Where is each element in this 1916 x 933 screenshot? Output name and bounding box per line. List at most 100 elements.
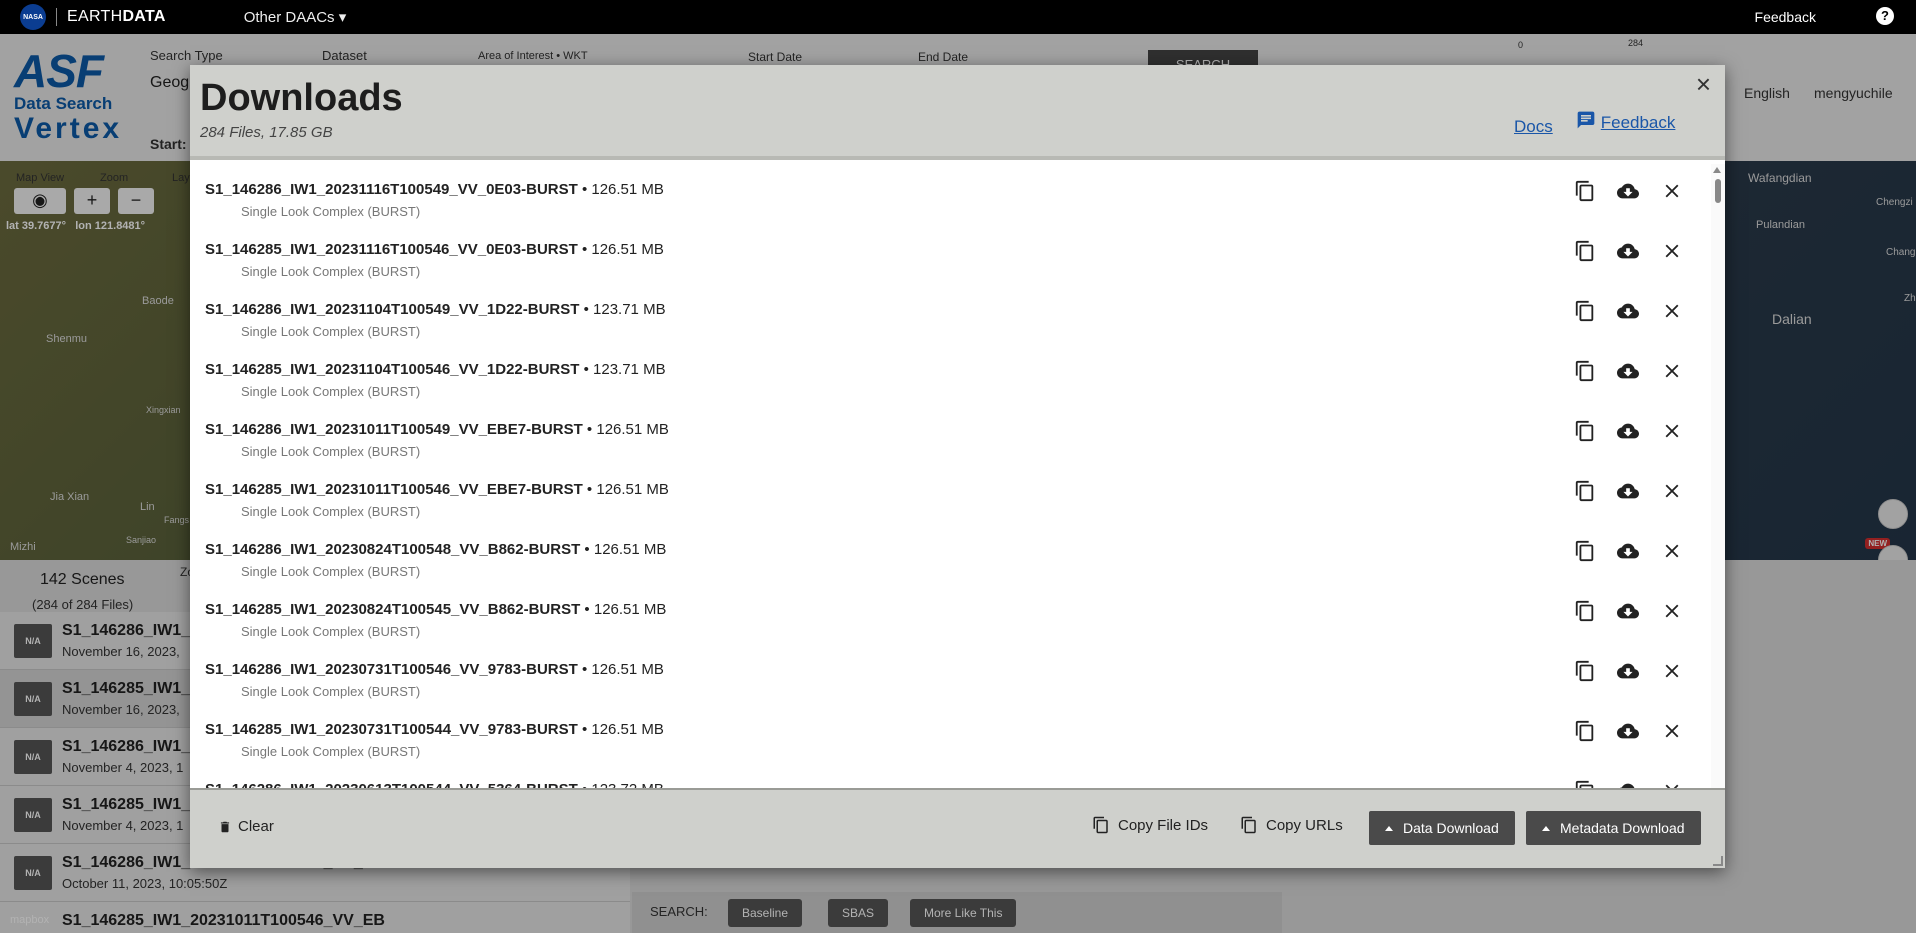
resize-handle[interactable] [1713,856,1723,866]
cloud-download-icon[interactable] [1615,358,1641,384]
file-id: S1_146285_IW1_20230824T100545_VV_B862-BU… [205,601,581,618]
cloud-download-icon[interactable] [1615,718,1641,744]
remove-icon[interactable] [1659,598,1685,624]
clear-button[interactable]: Clear [218,818,274,835]
app-root: NASA EARTHDATA Other DAACs ▾ Feedback ? … [0,0,1916,933]
file-row: S1_146285_IW1_20230824T100545_VV_B862-BU… [190,584,1710,644]
file-name: S1_146286_IW1_20230613T100544_VV_5364-BU… [205,781,664,788]
file-name: S1_146285_IW1_20230731T100544_VV_9783-BU… [205,721,664,738]
file-type: Single Look Complex (BURST) [241,504,421,519]
copy-icon[interactable] [1572,478,1598,504]
copy-icon[interactable] [1572,598,1598,624]
file-row: S1_146285_IW1_20231104T100546_VV_1D22-BU… [190,344,1710,404]
copy-icon [1093,816,1108,834]
copy-icon[interactable] [1572,298,1598,324]
file-type: Single Look Complex (BURST) [241,444,421,459]
close-icon[interactable]: × [1696,71,1711,97]
dialog-subtitle: 284 Files, 17.85 GB [200,124,333,141]
cloud-download-icon[interactable] [1615,478,1641,504]
data-download-label: Data Download [1403,820,1499,836]
remove-icon[interactable] [1659,718,1685,744]
remove-icon[interactable] [1659,358,1685,384]
file-name: S1_146285_IW1_20231011T100546_VV_EBE7-BU… [205,481,669,498]
file-type: Single Look Complex (BURST) [241,264,421,279]
copy-icon[interactable] [1572,418,1598,444]
file-name: S1_146285_IW1_20231116T100546_VV_0E03-BU… [205,241,664,258]
cloud-download-icon[interactable] [1615,778,1641,788]
metadata-download-button[interactable]: Metadata Download [1526,811,1701,845]
copy-icon[interactable] [1572,658,1598,684]
file-id: S1_146285_IW1_20231011T100546_VV_EBE7-BU… [205,481,583,498]
cloud-download-icon[interactable] [1615,298,1641,324]
remove-icon[interactable] [1659,538,1685,564]
feedback-link-label: Feedback [1600,113,1676,132]
file-size: • 126.51 MB [580,541,667,558]
scrollbar-thumb[interactable] [1715,179,1721,203]
remove-icon[interactable] [1659,778,1685,788]
file-size: • 126.51 MB [577,241,664,258]
help-icon[interactable]: ? [1876,7,1894,25]
remove-icon[interactable] [1659,238,1685,264]
remove-icon[interactable] [1659,178,1685,204]
copy-urls-button[interactable]: Copy URLs [1240,816,1343,834]
file-id: S1_146285_IW1_20231104T100546_VV_1D22-BU… [205,361,580,378]
copy-icon[interactable] [1572,778,1598,788]
file-id: S1_146285_IW1_20231116T100546_VV_0E03-BU… [205,241,578,258]
file-size: • 123.71 MB [579,361,666,378]
cloud-download-icon[interactable] [1615,538,1641,564]
cloud-download-icon[interactable] [1615,418,1641,444]
other-daacs-menu[interactable]: Other DAACs ▾ [244,8,347,26]
trash-icon [220,821,230,832]
copy-file-ids-button[interactable]: Copy File IDs [1092,816,1208,834]
remove-icon[interactable] [1659,478,1685,504]
remove-icon[interactable] [1659,658,1685,684]
file-size: • 126.51 MB [582,481,669,498]
file-id: S1_146285_IW1_20230731T100544_VV_9783-BU… [205,721,578,738]
file-size: • 126.51 MB [577,721,664,738]
feedback-link[interactable]: Feedback [1576,110,1675,133]
file-name: S1_146286_IW1_20231011T100549_VV_EBE7-BU… [205,421,669,438]
file-id: S1_146286_IW1_20231104T100549_VV_1D22-BU… [205,301,580,318]
copy-icon[interactable] [1572,238,1598,264]
cloud-download-icon[interactable] [1615,598,1641,624]
file-list[interactable]: S1_146286_IW1_20231116T100549_VV_0E03-BU… [190,164,1725,788]
file-id: S1_146286_IW1_20231116T100549_VV_0E03-BU… [205,181,578,198]
cloud-download-icon[interactable] [1615,238,1641,264]
earthdata-brand-a: EARTH [67,8,123,25]
file-row: S1_146285_IW1_20231011T100546_VV_EBE7-BU… [190,464,1710,524]
cloud-download-icon[interactable] [1615,658,1641,684]
file-type: Single Look Complex (BURST) [241,204,421,219]
file-row: S1_146285_IW1_20231116T100546_VV_0E03-BU… [190,224,1710,284]
file-type: Single Look Complex (BURST) [241,744,421,759]
remove-icon[interactable] [1659,418,1685,444]
copy-icon[interactable] [1572,178,1598,204]
cloud-download-icon[interactable] [1615,178,1641,204]
feedback-icon [1577,111,1595,129]
file-row: S1_146286_IW1_20231011T100549_VV_EBE7-BU… [190,404,1710,464]
copy-icon[interactable] [1572,718,1598,744]
earthdata-brand[interactable]: EARTHDATA [56,8,166,26]
file-type: Single Look Complex (BURST) [241,564,421,579]
copy-icon[interactable] [1572,538,1598,564]
scroll-up-icon[interactable] [1713,167,1721,173]
caret-up-icon [1385,825,1393,831]
file-name: S1_146286_IW1_20230731T100546_VV_9783-BU… [205,661,664,678]
file-name: S1_146286_IW1_20231116T100549_VV_0E03-BU… [205,181,664,198]
file-size: • 126.51 MB [577,181,664,198]
docs-link[interactable]: Docs [1514,117,1553,137]
dialog-footer: Clear Copy File IDs Copy URLs Data Downl… [190,788,1725,868]
metadata-download-label: Metadata Download [1560,820,1685,836]
caret-up-icon [1542,825,1550,831]
remove-icon[interactable] [1659,298,1685,324]
data-download-button[interactable]: Data Download [1369,811,1515,845]
file-row: S1_146286_IW1_20230613T100544_VV_5364-BU… [190,764,1710,788]
file-row: S1_146286_IW1_20230731T100546_VV_9783-BU… [190,644,1710,704]
file-type: Single Look Complex (BURST) [241,324,421,339]
file-list-scrollbar[interactable] [1711,164,1725,788]
nasa-logo[interactable]: NASA [20,4,46,30]
file-size: • 126.51 MB [577,661,664,678]
file-id: S1_146286_IW1_20230824T100548_VV_B862-BU… [205,541,581,558]
copy-icon[interactable] [1572,358,1598,384]
file-size: • 126.51 MB [580,601,667,618]
top-feedback-link[interactable]: Feedback [1755,9,1816,25]
